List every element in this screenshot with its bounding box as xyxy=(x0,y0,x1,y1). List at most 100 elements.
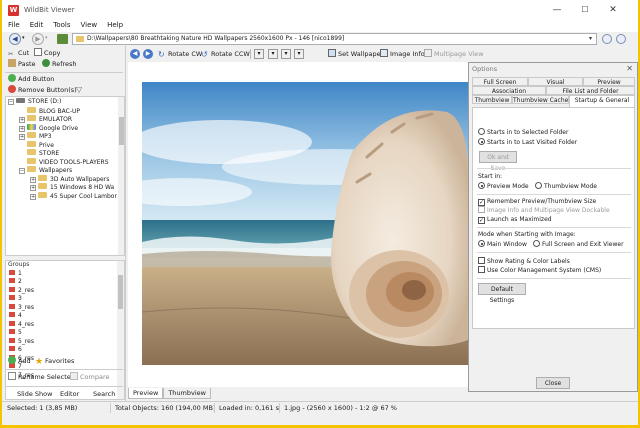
tree-node[interactable]: BLOG BAC-UP xyxy=(8,106,116,116)
tree-scrollbar[interactable] xyxy=(118,97,124,255)
go-icon[interactable] xyxy=(616,34,626,44)
zoom-dropdown-icon[interactable]: ▾ xyxy=(294,49,304,59)
tree-node[interactable]: +15 Windows 8 HD Wa xyxy=(8,183,116,192)
group-item[interactable]: 3 xyxy=(6,295,124,304)
minimize-button[interactable]: — xyxy=(544,3,570,17)
address-field[interactable]: D:\Wallpapers\80 Breathtaking Nature HD … xyxy=(72,33,597,45)
rotate-ccw-button[interactable]: ↺ Rotate CCW xyxy=(201,48,250,60)
image-info-button[interactable]: Image Info xyxy=(380,48,425,60)
previous-image-icon[interactable]: ◀ xyxy=(130,49,140,59)
tree-node[interactable]: VIDEO TOOLS-PLAYERS xyxy=(8,157,116,167)
remove-buttons-button[interactable]: Remove Button(s) xyxy=(8,85,77,96)
zoom-dropdown-icon[interactable]: ▾ xyxy=(254,49,264,59)
main-window-radio[interactable]: Main Window xyxy=(478,240,527,249)
close-options-button[interactable]: Close xyxy=(536,377,570,389)
expand-icon[interactable]: + xyxy=(19,125,25,132)
tab-slide-show[interactable]: Slide Show xyxy=(17,389,52,400)
set-wallpaper-button[interactable]: Set Wallpaper xyxy=(328,48,383,60)
collapse-icon[interactable]: − xyxy=(8,99,14,105)
tab-association[interactable]: Association xyxy=(472,86,546,95)
forward-icon[interactable]: ▶ xyxy=(32,33,44,45)
fullscreen-exit-radio[interactable]: Full Screen and Exit Viewer xyxy=(533,240,624,249)
back-icon[interactable]: ◀ xyxy=(9,33,21,45)
add-button-button[interactable]: Add Button xyxy=(8,74,54,85)
tree-node[interactable]: Prive xyxy=(8,140,116,150)
maximize-button[interactable]: ☐ xyxy=(572,3,598,17)
tab-full-screen[interactable]: Full Screen xyxy=(472,77,528,86)
use-color-management-checkbox[interactable]: Use Color Management System (CMS) xyxy=(478,266,601,275)
group-item[interactable]: 4 xyxy=(6,312,124,321)
show-rating-checkbox[interactable]: Show Rating & Color Labels xyxy=(478,257,570,266)
menu-file[interactable]: File xyxy=(2,20,25,31)
tree-node[interactable]: + Google Drive xyxy=(8,123,116,133)
ok-save-button[interactable]: Ok and Save xyxy=(479,151,517,172)
tab-preview[interactable]: Preview xyxy=(128,388,164,399)
copy-button[interactable]: Copy xyxy=(34,48,61,59)
tab-startup-general[interactable]: Startup & General xyxy=(569,95,635,107)
close-icon[interactable]: ✕ xyxy=(626,64,633,73)
tree-node[interactable]: − Wallpapers xyxy=(8,166,116,175)
tree-node[interactable]: + MP3 xyxy=(8,132,116,141)
group-item[interactable]: 5_res xyxy=(6,337,124,347)
close-button[interactable]: ✕ xyxy=(600,3,626,17)
collapse-icon[interactable]: − xyxy=(19,168,25,174)
zoom-dropdown-icon[interactable]: ▾ xyxy=(268,49,278,59)
cut-button[interactable]: ✂ Cut xyxy=(8,48,29,59)
refresh-address-icon[interactable] xyxy=(602,34,612,44)
tab-search[interactable]: Search xyxy=(93,389,115,400)
remember-preview-checkbox[interactable]: ✓ Remember Preview/Thumbview Size xyxy=(478,197,596,206)
default-settings-button[interactable]: Default Settings xyxy=(478,283,526,304)
group-item[interactable]: 2_res xyxy=(6,286,124,296)
up-folder-icon[interactable] xyxy=(57,34,68,44)
add-group-button[interactable]: Add xyxy=(8,356,31,367)
preview-mode-radio[interactable]: Preview Mode xyxy=(478,182,529,191)
group-item[interactable]: 5 xyxy=(6,329,124,338)
expand-icon[interactable]: + xyxy=(30,185,36,191)
image-info-dockable-checkbox[interactable]: Image Info and Multipage View Dockable xyxy=(478,206,610,215)
refresh-button[interactable]: Refresh xyxy=(42,59,77,70)
tree-node[interactable]: STORE xyxy=(8,149,116,158)
tab-preview-options[interactable]: Preview xyxy=(583,77,635,86)
tab-thumbview[interactable]: Thumbview xyxy=(163,388,211,399)
expand-icon[interactable]: + xyxy=(30,193,36,200)
next-image-icon[interactable]: ▶ xyxy=(143,49,153,59)
paste-button[interactable]: Paste xyxy=(8,59,36,70)
tab-file-list-folder[interactable]: File List and Folder xyxy=(546,86,635,95)
image-viewer[interactable] xyxy=(128,62,468,387)
starts-last-radio[interactable]: Starts in to Last Visited Folder xyxy=(478,138,577,147)
expand-icon[interactable]: + xyxy=(30,176,36,183)
thumbview-mode-radio[interactable]: Thumbview Mode xyxy=(535,182,597,191)
multipage-view-button[interactable]: Multipage View xyxy=(424,48,484,60)
rename-selected-button[interactable]: Rename Selected xyxy=(8,372,75,383)
starts-selected-radio[interactable]: Starts in to Selected Folder xyxy=(478,128,568,137)
tab-editor[interactable]: Editor xyxy=(60,389,79,400)
favorites-button[interactable]: ★ Favorites xyxy=(35,356,74,367)
launch-maximized-checkbox[interactable]: ✓ Launch as Maximized xyxy=(478,215,552,224)
tree-node[interactable]: +45 Super Cool Lambor xyxy=(8,191,117,201)
menu-view[interactable]: View xyxy=(76,20,103,31)
menu-help[interactable]: Help xyxy=(102,20,128,31)
chevron-down-icon[interactable]: ▾ xyxy=(586,34,595,44)
tree-node[interactable]: + EMULATOR xyxy=(8,115,116,124)
group-item[interactable]: 2 xyxy=(6,278,124,287)
group-item[interactable]: 6 xyxy=(6,346,124,355)
tree-scroll-thumb[interactable] xyxy=(119,117,124,145)
groups-scrollbar[interactable] xyxy=(117,261,124,399)
filter-icon[interactable]: ▽ xyxy=(76,85,82,94)
tab-thumbview-cache[interactable]: Thumbview Cache xyxy=(512,95,569,104)
expand-icon[interactable]: + xyxy=(19,117,25,123)
tree-node[interactable]: +3D Auto Wallpapers xyxy=(8,174,116,184)
menu-tools[interactable]: Tools xyxy=(48,20,75,31)
zoom-dropdown-icon[interactable]: ▾ xyxy=(281,49,291,59)
groups-scroll-thumb[interactable] xyxy=(118,275,123,309)
tree-node[interactable]: − STORE (D:) xyxy=(8,98,116,107)
tab-visual[interactable]: Visual xyxy=(528,77,583,86)
group-item[interactable]: 3_res xyxy=(6,303,124,313)
menu-edit[interactable]: Edit xyxy=(25,20,49,31)
group-item[interactable]: 4_res xyxy=(6,320,124,330)
compare-button[interactable]: Compare xyxy=(70,372,110,383)
forward-dropdown-icon[interactable]: ▾ xyxy=(45,35,48,41)
group-item[interactable]: 1 xyxy=(6,269,124,279)
expand-icon[interactable]: + xyxy=(19,134,25,140)
back-dropdown-icon[interactable]: ▾ xyxy=(22,35,25,41)
